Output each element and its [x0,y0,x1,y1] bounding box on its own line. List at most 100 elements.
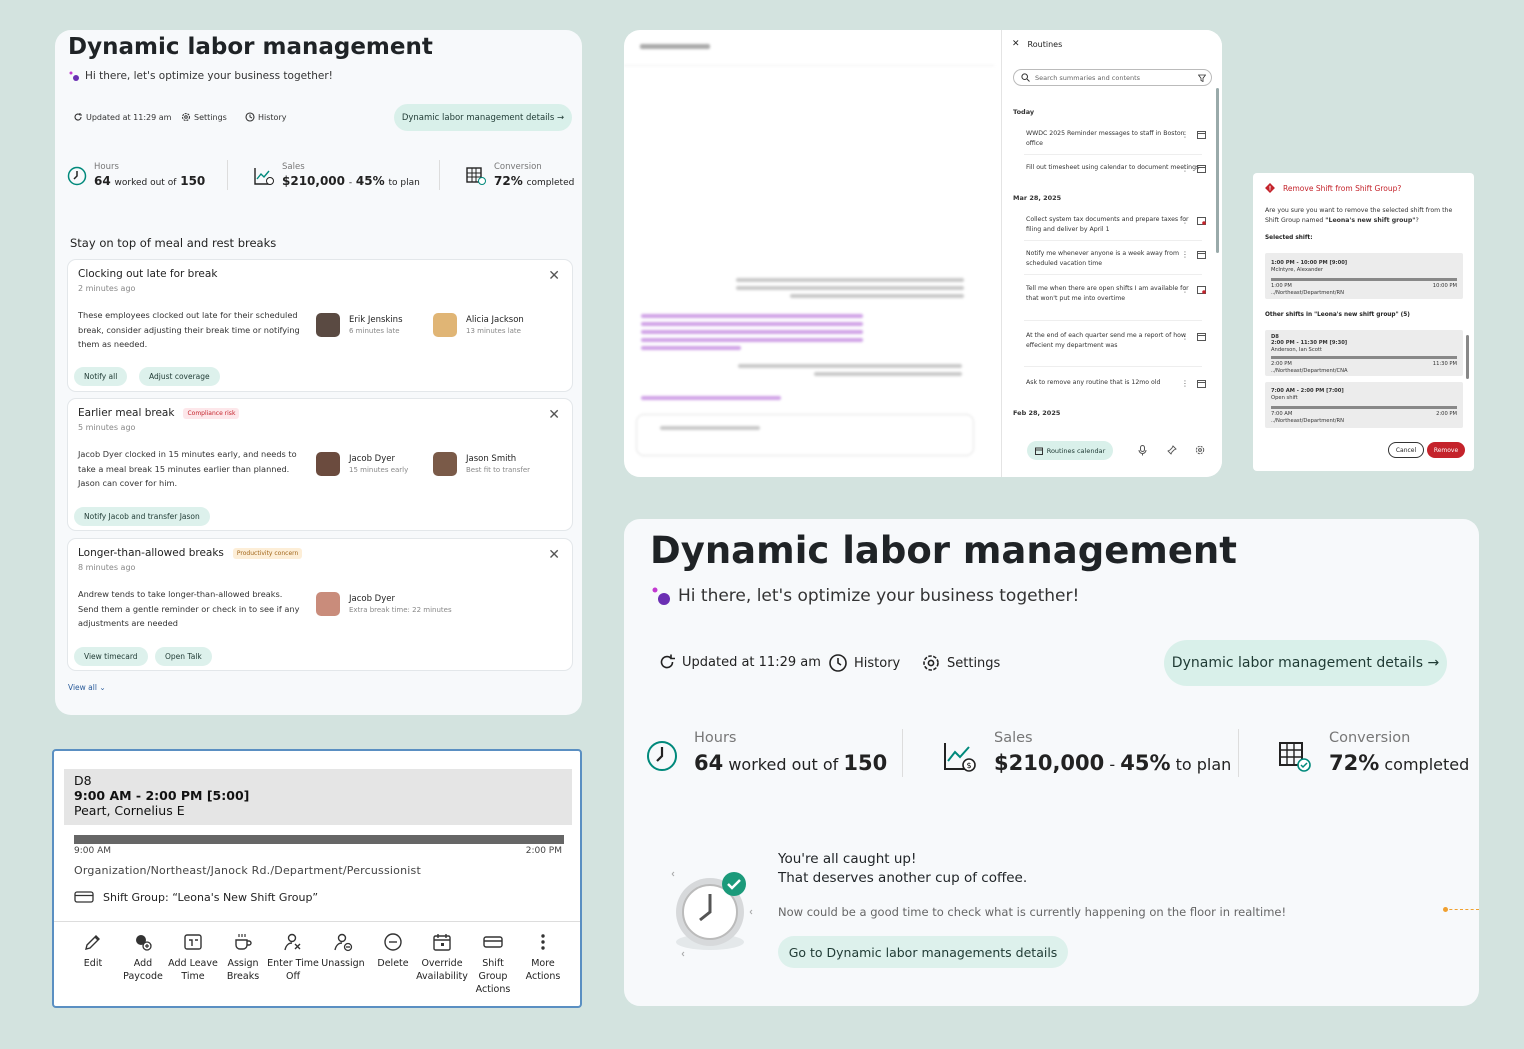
more-icon[interactable]: ⋮ [1181,285,1189,295]
calendar-icon[interactable] [1197,379,1206,388]
alert-card: Longer-than-allowed breaks Productivity c… [67,538,573,671]
avatar [433,313,457,337]
microphone-icon[interactable] [1138,445,1147,456]
alert-card: Clocking out late for break 2 minutes ag… [67,259,573,392]
panel-title: Routines [1027,39,1063,49]
shift-item[interactable]: 7:00 AM - 2:00 PM [7:00] Open shift 7:00… [1265,382,1463,428]
gear-icon[interactable] [1195,445,1205,455]
routine-item[interactable]: WWDC 2025 Reminder messages to staff in … [1026,129,1206,149]
labor-dashboard-card: Dynamic labor management Hi there, let's… [55,30,582,715]
shift-group-icon [74,890,94,904]
person[interactable]: Jason Smith Best fit to transfer [433,452,530,476]
calendar-icon[interactable] [1197,332,1206,341]
sparkle-icon [68,70,80,82]
assign-breaks-button[interactable]: Assign Breaks [217,931,269,983]
clock-icon [67,166,87,186]
notify-all-button[interactable]: Notify all [74,367,128,386]
enter-time-off-button[interactable]: Enter Time Off [267,931,319,983]
shift-group-actions-button[interactable]: Shift Group Actions [467,931,519,996]
conversion-stat: Conversion 72% completed [1277,730,1469,775]
refresh-status[interactable]: Updated at 11:29 am [73,112,171,122]
settings-button[interactable]: Settings [181,112,227,122]
scrollbar[interactable] [1216,88,1219,253]
routines-panel: ✕ Routines Search summaries and contents… [1001,30,1222,477]
go-to-details-button[interactable]: Go to Dynamic labor managements details [778,936,1068,968]
add-paycode-button[interactable]: Add Paycode [117,931,169,983]
pin-icon[interactable] [1167,445,1177,455]
routines-calendar-button[interactable]: Routines calendar [1027,441,1113,460]
routine-item[interactable]: Tell me when there are open shifts I am … [1026,284,1206,304]
history-button[interactable]: History [828,653,900,673]
warning-icon [1265,183,1275,193]
delete-button[interactable]: Delete [367,931,419,970]
remove-shift-dialog: Remove Shift from Shift Group? Are you s… [1253,173,1474,471]
calendar-icon[interactable] [1197,164,1206,173]
greeting: Hi there, let's optimize your business t… [650,585,1079,607]
remove-button[interactable]: Remove [1427,442,1465,458]
shift-detail-panel: D8 9:00 AM - 2:00 PM [5:00] Peart, Corne… [52,749,582,1008]
routine-item[interactable]: Collect system tax documents and prepare… [1026,215,1206,235]
sparkle-icon [650,585,672,607]
routine-item[interactable]: Notify me whenever anyone is a week away… [1026,249,1206,269]
sales-stat: $ Sales $210,000 - 45% to plan [942,730,1231,775]
person[interactable]: Alicia Jackson 13 minutes late [433,313,524,337]
routines-card: ✕ Routines Search summaries and contents… [624,30,1222,477]
view-timecard-button[interactable]: View timecard [74,647,148,666]
page-title: Dynamic labor management [68,34,433,60]
shift-timeline-bar [74,835,564,844]
pencil-icon [83,932,103,952]
adjust-coverage-button[interactable]: Adjust coverage [139,367,220,386]
more-icon[interactable]: ⋮ [1181,379,1189,389]
edit-button[interactable]: Edit [67,931,119,970]
add-leave-time-button[interactable]: Add Leave Time [167,931,219,983]
shift-group: Shift Group: “Leona's New Shift Group” [74,890,318,904]
avatar [316,313,340,337]
routine-item[interactable]: At the end of each quarter send me a rep… [1026,331,1206,351]
hours-stat: Hours 64 worked out of 150 [67,162,205,188]
calendar-alert-icon[interactable] [1197,216,1206,225]
close-icon[interactable]: ✕ [548,268,560,284]
calendar-alert-icon[interactable] [1197,285,1206,294]
view-all-link[interactable]: View all ⌄ [68,683,106,692]
details-button[interactable]: Dynamic labor management details → [1164,640,1447,686]
calendar-icon[interactable] [1197,250,1206,259]
routine-item[interactable]: Ask to remove any routine that is 12mo o… [1026,378,1206,389]
filter-icon[interactable] [1198,74,1206,82]
person[interactable]: Jacob Dyer Extra break time: 22 minutes [316,592,452,616]
open-talk-button[interactable]: Open Talk [155,647,212,666]
shift-item[interactable]: D8 2:00 PM - 11:30 PM [9:30] Anderson, I… [1265,330,1463,376]
calendar-icon[interactable] [1197,130,1206,139]
search-input[interactable]: Search summaries and contents [1013,69,1212,86]
person[interactable]: Erik Jenskins 6 minutes late [316,313,403,337]
more-icon[interactable]: ⋮ [1181,130,1189,140]
person-off-icon [283,932,303,952]
settings-button[interactable]: Settings [921,653,1000,673]
refresh-status[interactable]: Updated at 11:29 am [658,653,821,671]
more-icon[interactable]: ⋮ [1181,164,1189,174]
person[interactable]: Jacob Dyer 15 minutes early [316,452,408,476]
details-button[interactable]: Dynamic labor management details → [394,104,572,131]
override-availability-button[interactable]: Override Availability [416,931,468,983]
caught-up-description: Now could be a good time to check what i… [778,905,1287,919]
alert-card: Earlier meal break Compliance risk 5 minu… [67,398,573,531]
close-icon[interactable]: ✕ [548,547,560,563]
unassign-button[interactable]: Unassign [317,931,369,970]
coffee-icon [233,932,253,952]
history-button[interactable]: History [245,112,286,122]
avatar [316,592,340,616]
selected-shift[interactable]: 1:00 PM - 10:00 PM [9:00] McIntyre, Alex… [1265,253,1463,299]
more-icon[interactable]: ⋮ [1181,216,1189,226]
close-icon[interactable]: ✕ [1012,39,1020,49]
more-icon[interactable]: ⋮ [1181,250,1189,260]
cancel-button[interactable]: Cancel [1388,442,1424,458]
close-icon[interactable]: ✕ [548,407,560,423]
labor-dashboard-large: Dynamic labor management Hi there, let's… [624,519,1479,1006]
scrollbar[interactable] [1466,335,1469,379]
sales-chart-icon: $ [942,740,978,774]
more-icon[interactable]: ⋮ [1181,332,1189,342]
connector-dot [1443,907,1448,912]
more-actions-button[interactable]: More Actions [517,931,569,983]
routine-item[interactable]: Fill out timesheet using calendar to doc… [1026,163,1206,174]
notify-transfer-button[interactable]: Notify Jacob and transfer Jason [74,507,210,526]
avatar [433,452,457,476]
